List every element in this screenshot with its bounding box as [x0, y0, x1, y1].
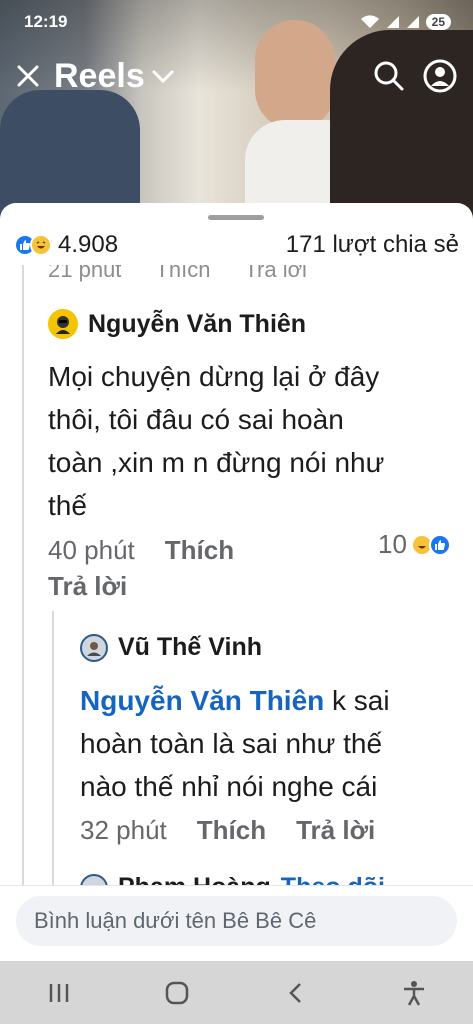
- like-link[interactable]: Thích: [155, 265, 210, 283]
- comment-author[interactable]: Nguyễn Văn Thiên: [88, 310, 306, 339]
- search-icon[interactable]: [373, 60, 405, 92]
- reply-body: Nguyễn Văn Thiên k sai hoàn toàn là sai …: [80, 679, 390, 808]
- mention-link[interactable]: Nguyễn Văn Thiên: [80, 685, 324, 716]
- comment-time: 40 phút: [48, 535, 135, 565]
- close-icon[interactable]: [16, 64, 40, 88]
- comment-input-bar: [0, 885, 473, 961]
- reply-link[interactable]: Trả lời: [48, 571, 127, 602]
- home-icon: [166, 981, 189, 1004]
- reply-line: hoàn toàn là sai như thế: [80, 728, 383, 759]
- next-reply-header: Phạm Hoàng Theo dõi: [80, 873, 385, 885]
- reply-link[interactable]: Trả lời: [244, 265, 307, 283]
- reply-text: k sai: [324, 685, 390, 716]
- reply-time: 32 phút: [80, 815, 167, 845]
- comment-actions: 40 phút Thích: [48, 535, 234, 566]
- signal-icon: [386, 16, 399, 28]
- follow-link[interactable]: Theo dõi: [281, 873, 385, 885]
- chevron-down-icon: [152, 70, 174, 84]
- share-count[interactable]: 171 lượt chia sẻ: [286, 231, 459, 259]
- comment-reply-action: Trả lời: [48, 571, 127, 602]
- reply-author[interactable]: Phạm Hoàng: [118, 873, 271, 885]
- like-reaction-icon: [428, 533, 451, 556]
- like-link[interactable]: Thích: [165, 535, 234, 566]
- comment-line: thôi, tôi đâu có sai hoàn: [48, 404, 344, 435]
- home-button[interactable]: [147, 968, 207, 1018]
- comments-sheet: 4.908 171 lượt chia sẻ 21 phút Thích Trả…: [0, 203, 473, 961]
- previous-comment-actions: 21 phút Thích Trả lời: [48, 265, 307, 283]
- comment-list[interactable]: 21 phút Thích Trả lời Nguyễn Văn Thiên M…: [0, 265, 473, 885]
- accessibility-icon: [403, 980, 424, 1006]
- reply-line: nào thế nhỉ nói nghe cái: [80, 771, 378, 802]
- comment-line: toàn ,xin m n đừng nói như: [48, 447, 385, 478]
- like-link[interactable]: Thích: [197, 815, 266, 846]
- wifi-icon: [360, 15, 379, 28]
- comment-header: Nguyễn Văn Thiên: [48, 309, 306, 339]
- reaction-count: 4.908: [58, 231, 119, 258]
- reels-header: Reels: [0, 48, 473, 104]
- recent-apps-icon: [49, 983, 69, 1002]
- comment-time: 21 phút: [48, 265, 122, 282]
- reels-title: Reels: [54, 56, 145, 95]
- reels-title-dropdown[interactable]: Reels: [54, 57, 175, 96]
- back-icon: [288, 982, 301, 1003]
- profile-icon[interactable]: [423, 59, 457, 93]
- drag-handle[interactable]: [208, 215, 264, 220]
- accessibility-button[interactable]: [384, 968, 444, 1018]
- status-bar: 12:19 25: [0, 0, 473, 44]
- haha-reaction-icon: [30, 234, 52, 256]
- system-nav-bar: [0, 961, 473, 1024]
- signal-icon-2: [406, 16, 419, 28]
- status-time: 12:19: [24, 12, 68, 31]
- reply-thread-line: [52, 611, 54, 885]
- recent-apps-button[interactable]: [29, 968, 89, 1018]
- comment-line: thế: [48, 490, 87, 521]
- reply-author[interactable]: Vũ Thế Vinh: [118, 633, 262, 662]
- reply-link[interactable]: Trả lời: [296, 815, 375, 846]
- thread-line: [22, 265, 24, 885]
- avatar[interactable]: [48, 309, 78, 339]
- comment-line: Mọi chuyện dừng lại ở đây: [48, 361, 380, 392]
- back-button[interactable]: [266, 968, 326, 1018]
- comment-input[interactable]: [16, 896, 457, 946]
- reactions-summary[interactable]: 4.908: [14, 231, 118, 259]
- reply-first-line: Nguyễn Văn Thiên k sai: [80, 679, 390, 722]
- comment-reaction-count: 10: [378, 529, 407, 559]
- battery-badge: 25: [425, 14, 451, 30]
- comment-body: Mọi chuyện dừng lại ở đây thôi, tôi đâu …: [48, 355, 384, 527]
- comment-reactions[interactable]: 10: [378, 529, 451, 560]
- avatar[interactable]: [80, 873, 108, 885]
- reply-header: Vũ Thế Vinh: [80, 633, 262, 662]
- reply-actions: 32 phút Thích Trả lời: [80, 815, 375, 846]
- avatar[interactable]: [80, 633, 108, 662]
- stats-row: 4.908 171 lượt chia sẻ: [0, 225, 473, 265]
